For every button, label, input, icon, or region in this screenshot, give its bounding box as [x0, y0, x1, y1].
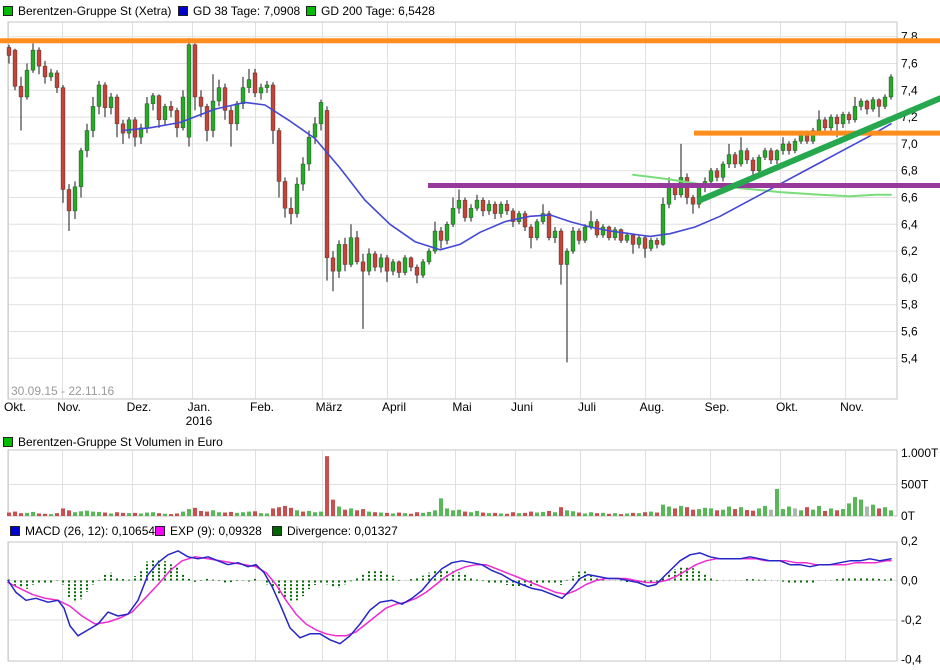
svg-text:Nov.: Nov. — [57, 400, 81, 414]
volume-series-label: Berentzen-Gruppe St Volumen in Euro — [18, 435, 223, 449]
svg-text:6,4: 6,4 — [901, 217, 918, 231]
macd-series-label: MACD (26, 12): 0,10654 — [25, 524, 156, 538]
svg-text:Juni: Juni — [511, 400, 533, 414]
macd-series-swatch-icon — [10, 526, 20, 536]
svg-text:Juli: Juli — [578, 400, 596, 414]
exp-series-label: EXP (9): 0,09328 — [170, 524, 262, 538]
candles — [6, 38, 894, 363]
date-range-label: 30.09.15 - 22.11.16 — [11, 384, 115, 398]
svg-text:6,6: 6,6 — [901, 191, 918, 205]
svg-text:0,0: 0,0 — [901, 574, 918, 588]
svg-text:-0,4: -0,4 — [901, 653, 922, 667]
svg-text:Okt.: Okt. — [4, 400, 26, 414]
svg-text:Okt.: Okt. — [776, 400, 798, 414]
axis-labels: 7,87,67,47,27,06,86,66,46,26,05,85,65,41… — [4, 30, 939, 667]
legend-item-divergence: Divergence: 0,01327 — [272, 524, 398, 538]
svg-text:Sep.: Sep. — [705, 400, 730, 414]
volume-chart-legend: Berentzen-Gruppe St Volumen in Euro — [3, 435, 937, 449]
volume-bars — [7, 456, 893, 516]
svg-text:5,8: 5,8 — [901, 298, 918, 312]
svg-text:April: April — [382, 400, 406, 414]
legend-item-volume: Berentzen-Gruppe St Volumen in Euro — [3, 435, 223, 449]
svg-text:6,2: 6,2 — [901, 244, 918, 258]
divergence-series-label: Divergence: 0,01327 — [287, 524, 398, 538]
svg-text:500T: 500T — [901, 478, 929, 492]
svg-text:5,4: 5,4 — [901, 351, 918, 365]
svg-text:5,6: 5,6 — [901, 325, 918, 339]
gridlines — [7, 21, 898, 662]
stock-chart-page: Berentzen-Gruppe St (Xetra) GD 38 Tage: … — [0, 0, 940, 670]
legend-item-macd: MACD (26, 12): 0,10654 — [10, 524, 155, 538]
svg-text:6,0: 6,0 — [901, 271, 918, 285]
svg-text:Dez.: Dez. — [127, 400, 152, 414]
svg-text:Jan.: Jan. — [188, 400, 211, 414]
exp-series-swatch-icon — [155, 526, 165, 536]
svg-text:Aug.: Aug. — [640, 400, 665, 414]
svg-text:Nov.: Nov. — [840, 400, 864, 414]
macd-chart-legend: MACD (26, 12): 0,10654 EXP (9): 0,09328 … — [0, 524, 934, 538]
legend-item-exp: EXP (9): 0,09328 — [155, 524, 262, 538]
svg-text:7,4: 7,4 — [901, 83, 918, 97]
svg-text:0T: 0T — [901, 509, 916, 523]
svg-text:-0,2: -0,2 — [901, 613, 922, 627]
moving-averages — [122, 101, 892, 251]
svg-text:7,6: 7,6 — [901, 57, 918, 71]
svg-text:März: März — [316, 400, 343, 414]
annotation-lines — [0, 38, 940, 204]
divergence-series-swatch-icon — [272, 526, 282, 536]
svg-text:2016: 2016 — [186, 414, 213, 428]
svg-text:7,0: 7,0 — [901, 137, 918, 151]
svg-text:Mai: Mai — [452, 400, 471, 414]
chart-canvas: 7,87,67,47,27,06,86,66,46,26,05,85,65,41… — [0, 21, 940, 667]
svg-text:Feb.: Feb. — [250, 400, 274, 414]
macd-lines — [7, 550, 892, 645]
svg-text:6,8: 6,8 — [901, 164, 918, 178]
volume-series-swatch-icon — [3, 437, 13, 447]
